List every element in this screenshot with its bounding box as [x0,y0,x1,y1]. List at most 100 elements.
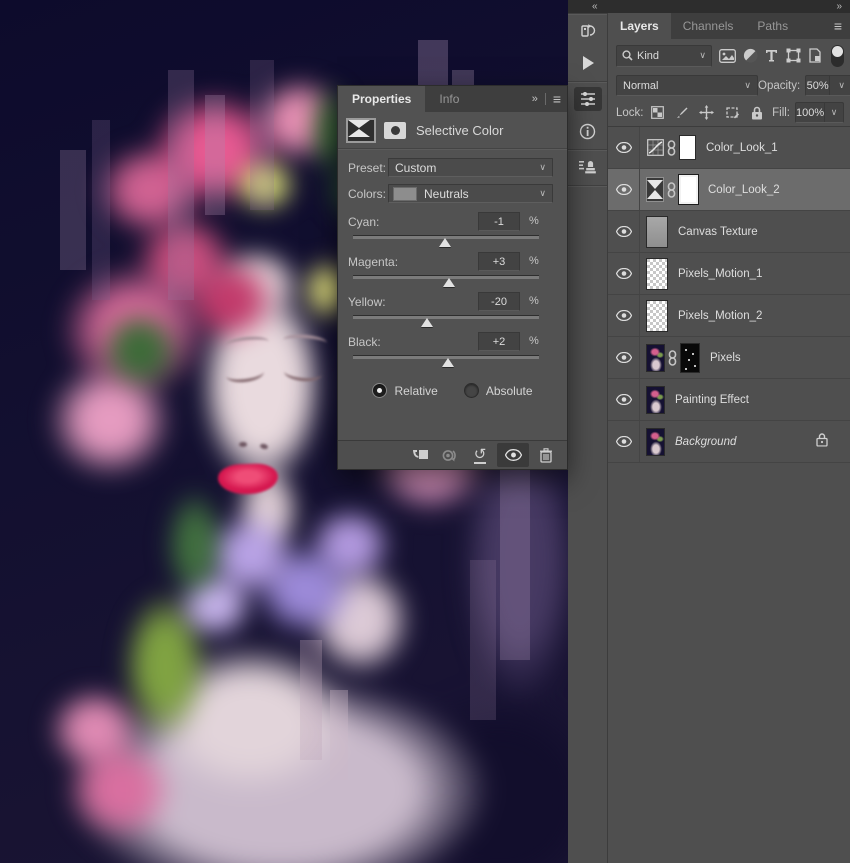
reset-icon[interactable]: ↺ [467,443,493,467]
lock-artboard-icon[interactable] [725,106,740,119]
clone-source-icon[interactable] [574,155,602,179]
filter-type-layers-icon[interactable] [765,49,778,62]
percent-unit: % [529,335,539,347]
colors-dropdown[interactable]: Neutrals ∨ [388,184,553,203]
panel-menu-icon[interactable]: ≡ [834,13,842,39]
mask-icon[interactable] [384,122,406,139]
actions-icon[interactable] [574,51,602,75]
radio-relative[interactable]: Relative [372,383,437,398]
layer-name[interactable]: Painting Effect [675,394,749,406]
yellow-slider-track[interactable] [353,316,539,319]
layer-row[interactable]: Pixels [608,337,850,379]
yellow-slider-thumb[interactable] [421,318,433,327]
filter-toggle-switch[interactable] [831,45,844,67]
layer-name[interactable]: Color_Look_2 [708,184,780,196]
clip-to-layer-icon[interactable] [407,443,433,467]
radio-absolute-label: Absolute [486,384,533,398]
selective-color-thumbnail[interactable] [646,177,664,202]
visibility-toggle[interactable] [608,211,640,252]
layer-name[interactable]: Color_Look_1 [706,142,778,154]
fill-value: 100% [796,107,824,119]
layer-mask-thumbnail[interactable] [680,343,700,373]
tab-paths[interactable]: Paths [745,13,800,39]
delete-adjustment-icon[interactable] [533,443,559,467]
black-value-field[interactable]: +2 [478,332,520,351]
tab-info[interactable]: Info [425,86,473,112]
layer-thumbnail[interactable] [646,216,668,248]
curves-adjustment-thumbnail[interactable] [646,135,664,160]
lock-position-icon[interactable] [699,105,714,120]
preset-dropdown[interactable]: Custom ∨ [388,158,553,177]
layer-thumbnail[interactable] [646,344,665,372]
black-slider-thumb[interactable] [442,358,454,367]
yellow-value-field[interactable]: -20 [478,292,520,311]
visibility-toggle[interactable] [608,127,640,168]
layer-thumbnail[interactable] [646,258,668,290]
layer-thumbnail[interactable] [646,428,665,456]
tab-channels[interactable]: Channels [671,13,746,39]
layer-name[interactable]: Pixels_Motion_2 [678,310,762,322]
divider [338,148,567,149]
layer-name[interactable]: Pixels_Motion_1 [678,268,762,280]
link-icon [668,350,677,366]
visibility-toggle[interactable] [608,295,640,336]
magenta-slider-track[interactable] [353,276,539,279]
fill-dropdown-button[interactable]: ∨ [824,103,843,122]
blend-mode-dropdown[interactable]: Normal ∨ [616,75,758,96]
radio-absolute[interactable]: Absolute [464,383,533,398]
panel-menu-icon[interactable]: ≡ [553,91,561,107]
magenta-value-field[interactable]: +3 [478,252,520,271]
fill-field[interactable]: 100% ∨ [795,102,844,123]
visibility-toggle[interactable] [608,253,640,294]
properties-icon[interactable] [574,87,602,111]
black-slider-track[interactable] [353,356,539,359]
layer-row[interactable]: Pixels_Motion_2 [608,295,850,337]
opacity-dropdown-button[interactable]: ∨ [829,76,850,95]
lock-transparency-icon[interactable] [651,106,664,119]
info-icon[interactable] [574,119,602,143]
collapse-panels-right-icon[interactable]: » [836,0,842,13]
divider [545,93,546,105]
filter-pixel-layers-icon[interactable] [719,49,736,63]
cyan-slider-track[interactable] [353,236,539,239]
lock-pixels-icon[interactable] [675,106,688,119]
tab-layers[interactable]: Layers [608,13,671,39]
layer-mask-thumbnail-selected[interactable] [679,175,698,204]
layer-row[interactable]: Pixels_Motion_1 [608,253,850,295]
layer-name[interactable]: Background [675,436,736,448]
layer-row[interactable]: Color_Look_2 [608,169,850,211]
cyan-value-field[interactable]: -1 [478,212,520,231]
collapse-panels-left-icon[interactable]: « [592,0,598,13]
collapse-panel-icon[interactable]: » [532,93,538,105]
visibility-toggle[interactable] [608,169,640,210]
filter-smart-objects-icon[interactable] [808,48,822,63]
tab-properties[interactable]: Properties [338,86,425,112]
lock-all-icon[interactable] [751,106,763,120]
layer-name[interactable]: Canvas Texture [678,226,758,238]
visibility-toggle[interactable] [608,379,640,420]
cyan-slider-thumb[interactable] [439,238,451,247]
layer-thumbnail[interactable] [646,386,665,414]
percent-unit: % [529,295,539,307]
layer-row[interactable]: Color_Look_1 [608,127,850,169]
visibility-toggle[interactable] [608,421,640,462]
layer-row[interactable]: Background [608,421,850,463]
layer-row[interactable]: Painting Effect [608,379,850,421]
filter-kind-dropdown[interactable]: Kind ∨ [616,45,712,67]
visibility-toggle-icon[interactable] [497,443,529,467]
chevron-down-icon: ∨ [744,81,751,90]
view-previous-state-icon[interactable] [437,443,463,467]
eye-icon [616,142,632,153]
filter-adjustment-layers-icon[interactable] [743,48,758,63]
filter-shape-layers-icon[interactable] [786,48,801,63]
black-slider-row: Black: +2 % [346,331,559,369]
layer-name[interactable]: Pixels [710,352,741,364]
layer-row[interactable]: Canvas Texture [608,211,850,253]
visibility-toggle[interactable] [608,337,640,378]
history-icon[interactable] [574,19,602,43]
right-dock: « » [568,0,850,863]
opacity-field[interactable]: 50% ∨ [805,75,850,96]
layer-thumbnail[interactable] [646,300,668,332]
magenta-slider-thumb[interactable] [443,278,455,287]
layer-mask-thumbnail[interactable] [679,135,696,160]
